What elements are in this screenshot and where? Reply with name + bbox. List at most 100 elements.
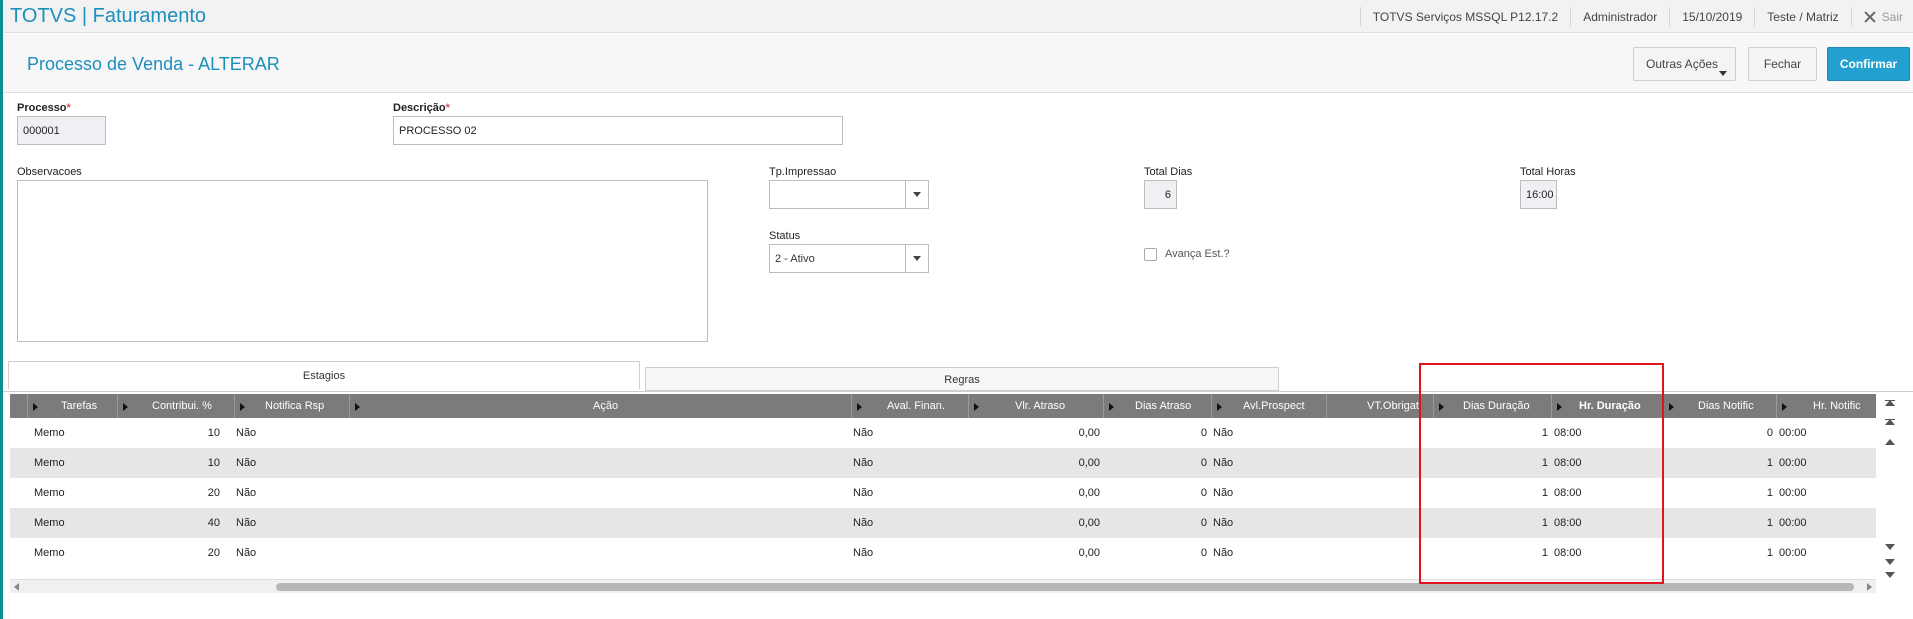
cell-notifica-rsp[interactable]: Não: [236, 427, 256, 439]
column-header-dias-notific[interactable]: Dias Notific: [1664, 394, 1777, 418]
cell-dias-atraso[interactable]: 0: [1160, 427, 1207, 439]
column-header-dias-atraso[interactable]: Dias Atraso: [1104, 394, 1212, 418]
cell-hr-duracao[interactable]: 08:00: [1554, 547, 1582, 559]
other-actions-button[interactable]: Outras Ações: [1633, 47, 1736, 81]
scroll-left-icon[interactable]: [14, 583, 19, 591]
cell-notifica-rsp[interactable]: Não: [236, 487, 256, 499]
column-header-notifica-rsp[interactable]: Notifica Rsp: [235, 394, 350, 418]
cell-hr-notific[interactable]: 00:00: [1779, 517, 1807, 529]
observacoes-textarea[interactable]: [17, 180, 708, 342]
cell-hr-notific[interactable]: 00:00: [1779, 487, 1807, 499]
cell-notifica-rsp[interactable]: Não: [236, 517, 256, 529]
tab-estagios[interactable]: Estagios: [8, 361, 640, 390]
cell-dias-duracao[interactable]: 1: [1500, 517, 1548, 529]
cell-contribui[interactable]: 40: [160, 517, 220, 529]
cell-hr-duracao[interactable]: 08:00: [1554, 457, 1582, 469]
column-header-dias-duracao[interactable]: Dias Duração: [1434, 394, 1552, 418]
tp-impressao-select[interactable]: [769, 180, 929, 209]
cell-dias-notific[interactable]: 1: [1720, 517, 1773, 529]
cell-tarefas[interactable]: Memo: [34, 457, 65, 469]
column-header-acao[interactable]: Ação: [350, 394, 852, 418]
cell-dias-duracao[interactable]: 1: [1500, 427, 1548, 439]
cell-aval-finan[interactable]: Não: [853, 457, 873, 469]
column-header-vlr-atraso[interactable]: Vlr. Atraso: [969, 394, 1104, 418]
cell-dias-duracao[interactable]: 1: [1500, 457, 1548, 469]
cell-tarefas[interactable]: Memo: [34, 487, 65, 499]
vertical-scrollbar[interactable]: [1880, 394, 1902, 579]
column-header-avl-prospect[interactable]: Avl.Prospect: [1212, 394, 1327, 418]
cell-aval-finan[interactable]: Não: [853, 517, 873, 529]
cell-hr-notific[interactable]: 00:00: [1779, 547, 1807, 559]
cell-tarefas[interactable]: Memo: [34, 547, 65, 559]
company-label[interactable]: Teste / Matriz: [1754, 7, 1850, 26]
column-header-hr-notific[interactable]: Hr. Notific: [1777, 394, 1876, 418]
cell-avl-prospect[interactable]: Não: [1213, 547, 1233, 559]
scroll-thumb[interactable]: [276, 583, 1854, 591]
column-header-tarefas[interactable]: Tarefas: [28, 394, 118, 418]
cell-vlr-atraso[interactable]: 0,00: [1030, 517, 1100, 529]
user-label[interactable]: Administrador: [1570, 7, 1669, 26]
column-header-vt-obrigat[interactable]: VT.Obrigat: [1327, 394, 1434, 418]
close-button[interactable]: Fechar: [1748, 47, 1817, 81]
scroll-bottom-icon[interactable]: [1885, 572, 1895, 578]
scroll-down-icon[interactable]: [1885, 544, 1895, 550]
horizontal-scrollbar[interactable]: [10, 579, 1876, 593]
column-header-hr-duracao[interactable]: Hr. Duração: [1552, 394, 1664, 418]
cell-vlr-atraso[interactable]: 0,00: [1030, 457, 1100, 469]
cell-dias-notific[interactable]: 1: [1720, 547, 1773, 559]
chevron-down-icon[interactable]: [905, 245, 928, 272]
cell-dias-atraso[interactable]: 0: [1160, 547, 1207, 559]
date-label[interactable]: 15/10/2019: [1669, 7, 1754, 26]
cell-avl-prospect[interactable]: Não: [1213, 457, 1233, 469]
cell-notifica-rsp[interactable]: Não: [236, 547, 256, 559]
scroll-up-icon[interactable]: [1885, 439, 1895, 445]
cell-avl-prospect[interactable]: Não: [1213, 427, 1233, 439]
cell-dias-notific[interactable]: 1: [1720, 487, 1773, 499]
table-row[interactable]: Memo 40 Não Não 0,00 0 Não 1 08:00 1 00:…: [10, 508, 1876, 538]
table-row[interactable]: Memo 10 Não Não 0,00 0 Não 1 08:00 1 00:…: [10, 448, 1876, 478]
cell-aval-finan[interactable]: Não: [853, 547, 873, 559]
cell-dias-atraso[interactable]: 0: [1160, 517, 1207, 529]
cell-hr-notific[interactable]: 00:00: [1779, 457, 1807, 469]
cell-dias-duracao[interactable]: 1: [1500, 487, 1548, 499]
exit-button[interactable]: Sair: [1850, 7, 1913, 26]
cell-dias-notific[interactable]: 0: [1720, 427, 1773, 439]
table-row[interactable]: Memo 10 Não Não 0,00 0 Não 1 08:00 0 00:…: [10, 418, 1876, 448]
cell-vlr-atraso[interactable]: 0,00: [1030, 487, 1100, 499]
column-header-contribui[interactable]: Contribui. %: [118, 394, 235, 418]
cell-notifica-rsp[interactable]: Não: [236, 457, 256, 469]
cell-contribui[interactable]: 20: [160, 547, 220, 559]
cell-contribui[interactable]: 10: [160, 427, 220, 439]
cell-hr-duracao[interactable]: 08:00: [1554, 427, 1582, 439]
cell-contribui[interactable]: 20: [160, 487, 220, 499]
cell-dias-notific[interactable]: 1: [1720, 457, 1773, 469]
scroll-page-up-icon[interactable]: [1885, 419, 1895, 425]
chevron-down-icon[interactable]: [905, 181, 928, 208]
scroll-right-icon[interactable]: [1867, 583, 1872, 591]
table-row[interactable]: Memo 20 Não Não 0,00 0 Não 1 08:00 1 00:…: [10, 478, 1876, 508]
cell-dias-atraso[interactable]: 0: [1160, 487, 1207, 499]
table-row[interactable]: Memo 20 Não Não 0,00 0 Não 1 08:00 1 00:…: [10, 538, 1876, 568]
processo-field[interactable]: 000001: [17, 116, 106, 145]
cell-hr-duracao[interactable]: 08:00: [1554, 517, 1582, 529]
column-header-aval-finan[interactable]: Aval. Finan.: [852, 394, 969, 418]
status-select[interactable]: 2 - Ativo: [769, 244, 929, 273]
cell-hr-duracao[interactable]: 08:00: [1554, 487, 1582, 499]
cell-contribui[interactable]: 10: [160, 457, 220, 469]
cell-tarefas[interactable]: Memo: [34, 517, 65, 529]
cell-hr-notific[interactable]: 00:00: [1779, 427, 1807, 439]
cell-aval-finan[interactable]: Não: [853, 427, 873, 439]
cell-avl-prospect[interactable]: Não: [1213, 517, 1233, 529]
tab-regras[interactable]: Regras: [645, 367, 1279, 391]
scroll-page-down-icon[interactable]: [1885, 559, 1895, 565]
cell-vlr-atraso[interactable]: 0,00: [1030, 547, 1100, 559]
descricao-field[interactable]: PROCESSO 02: [393, 116, 843, 145]
cell-avl-prospect[interactable]: Não: [1213, 487, 1233, 499]
avanca-checkbox[interactable]: [1144, 248, 1157, 261]
scroll-top-icon[interactable]: [1885, 400, 1895, 406]
confirm-button[interactable]: Confirmar: [1827, 47, 1910, 81]
cell-dias-duracao[interactable]: 1: [1500, 547, 1548, 559]
cell-tarefas[interactable]: Memo: [34, 427, 65, 439]
cell-aval-finan[interactable]: Não: [853, 487, 873, 499]
cell-dias-atraso[interactable]: 0: [1160, 457, 1207, 469]
